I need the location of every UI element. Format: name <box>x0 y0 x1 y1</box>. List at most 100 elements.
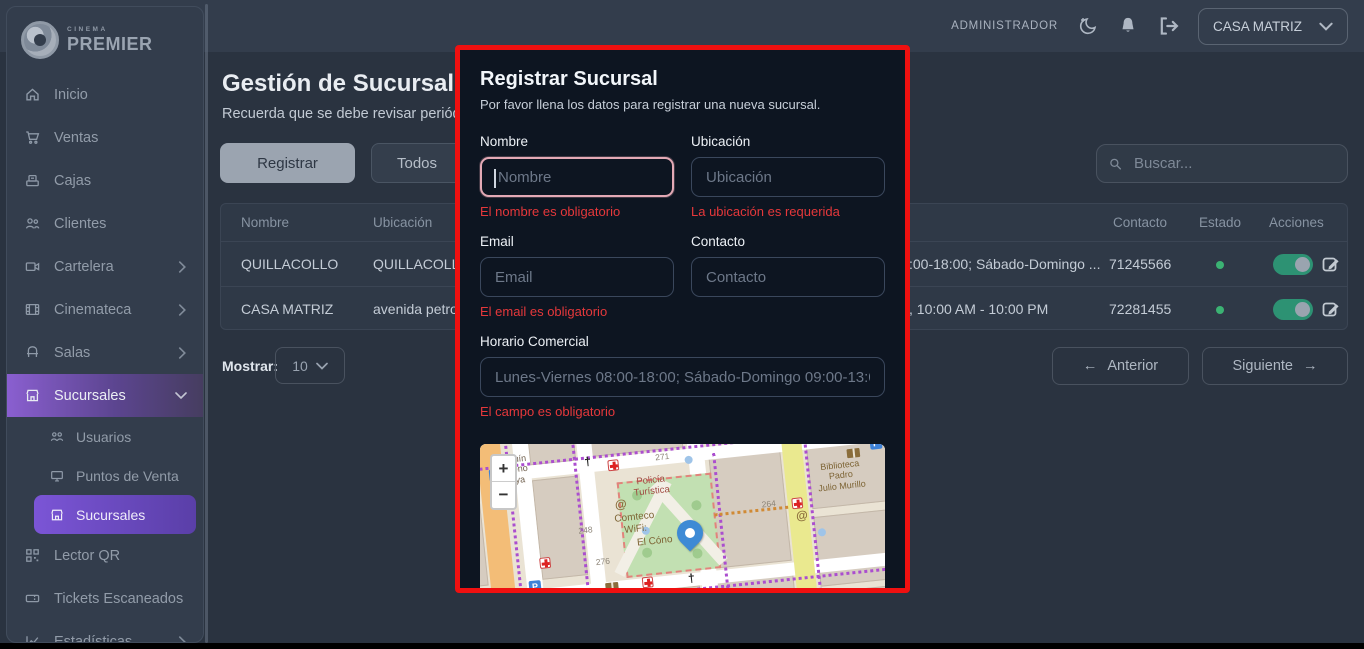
field-label: Nombre <box>480 134 674 149</box>
sidebar-item-label: Cinemateca <box>54 302 164 318</box>
submenu-item-sucursales[interactable]: Sucursales <box>34 495 196 534</box>
brand-logo: CINEMA PREMIER <box>7 7 203 65</box>
search-box <box>1096 144 1348 183</box>
map-wifi-label: Comteco WiFi: <box>614 510 656 537</box>
sucursales-submenu: Usuarios Puntos de Venta Sucursales <box>7 417 203 534</box>
map-church-cross-icon: † <box>584 454 592 469</box>
sidebar-item-clientes[interactable]: Clientes <box>7 202 203 245</box>
chevron-down-icon <box>1319 22 1333 31</box>
sidebar-item-label: Salas <box>54 345 164 361</box>
seat-icon <box>25 345 40 360</box>
sidebar-item-estadisticas[interactable]: Estadísticas <box>7 620 203 643</box>
sidebar-item-inicio[interactable]: Inicio <box>7 73 203 116</box>
field-contacto: Contacto <box>691 234 885 334</box>
map-library-icon <box>846 448 860 458</box>
notifications-bell-icon[interactable] <box>1118 16 1138 36</box>
sidebar-item-lector-qr[interactable]: Lector QR <box>7 534 203 577</box>
field-email: Email El email es obligatorio <box>480 234 674 334</box>
search-input[interactable] <box>1132 154 1335 173</box>
page-size-dropdown[interactable]: 10 <box>275 347 345 384</box>
page-size-label: Mostrar: <box>222 358 278 374</box>
brand-premier-text: PREMIER <box>67 34 153 55</box>
map-library-label: Biblioteca Padro Julio Murillo <box>816 458 866 494</box>
sidebar-nav: Inicio Ventas Cajas Clientes Cartelera C… <box>7 73 203 643</box>
edit-icon[interactable] <box>1321 299 1341 319</box>
sidebar-item-cinemateca[interactable]: Cinemateca <box>7 288 203 331</box>
col-header-contacto: Contacto <box>1113 215 1167 230</box>
field-label: Horario Comercial <box>480 334 885 349</box>
sidebar-item-ventas[interactable]: Ventas <box>7 116 203 159</box>
cell-nombre: QUILLACOLLO <box>241 256 338 272</box>
register-branch-modal: Registrar Sucursal Por favor llena los d… <box>455 45 910 593</box>
filter-todos-button[interactable]: Todos <box>371 143 463 183</box>
map-housenumber: 264 <box>761 499 776 510</box>
store-icon <box>25 388 40 403</box>
field-error: La ubicación es requerida <box>691 204 885 221</box>
page-title: Gestión de Sucursales <box>222 70 481 98</box>
map-parking-icon: P <box>528 580 541 593</box>
sidebar-item-label: Ventas <box>54 130 187 146</box>
field-horario: Horario Comercial El campo es obligatori… <box>480 334 885 434</box>
email-input[interactable] <box>493 268 661 287</box>
status-toggle[interactable] <box>1273 299 1313 320</box>
map-housenumber: 271 <box>655 452 670 463</box>
edit-icon[interactable] <box>1321 254 1341 274</box>
users-icon <box>25 216 40 231</box>
status-toggle[interactable] <box>1273 254 1313 275</box>
branch-selector-dropdown[interactable]: CASA MATRIZ <box>1198 8 1348 45</box>
map-church-cross-icon: † <box>687 571 695 586</box>
sidebar-item-label: Cartelera <box>54 259 164 275</box>
field-label: Email <box>480 234 674 249</box>
sidebar-scrollbar[interactable] <box>205 4 208 643</box>
sidebar-item-cajas[interactable]: Cajas <box>7 159 203 202</box>
sidebar-item-cartelera[interactable]: Cartelera <box>7 245 203 288</box>
bottom-edge-bar <box>0 643 1364 649</box>
cash-register-icon <box>25 173 40 188</box>
sidebar-item-sucursales[interactable]: Sucursales <box>7 374 203 417</box>
page-size-value: 10 <box>292 358 308 374</box>
map-canvas: P P P † † † @ @ Joaquín Zenteno Anaya Po… <box>480 444 885 593</box>
user-role-label: ADMINISTRADOR <box>951 20 1058 32</box>
arrow-left-icon: ← <box>1083 358 1098 374</box>
status-dot <box>1216 306 1224 314</box>
nombre-input[interactable] <box>494 168 660 187</box>
next-page-button[interactable]: Siguiente → <box>1202 347 1348 385</box>
map-zoom-out-button[interactable]: − <box>492 482 515 508</box>
sidebar-item-label: Lector QR <box>54 548 187 564</box>
field-label: Ubicación <box>691 134 885 149</box>
col-header-ubicacion: Ubicación <box>373 215 432 230</box>
submenu-item-usuarios[interactable]: Usuarios <box>34 417 196 456</box>
location-map[interactable]: P P P † † † @ @ Joaquín Zenteno Anaya Po… <box>480 444 885 593</box>
contacto-input[interactable] <box>704 268 872 287</box>
map-zoom-in-button[interactable]: + <box>492 456 515 482</box>
logout-icon[interactable] <box>1157 15 1179 37</box>
previous-page-button[interactable]: ← Anterior <box>1052 347 1189 385</box>
video-icon <box>25 259 40 274</box>
map-building <box>480 592 525 593</box>
cell-nombre: CASA MATRIZ <box>241 301 333 317</box>
modal-title: Registrar Sucursal <box>480 68 885 91</box>
sidebar-item-tickets-escaneados[interactable]: Tickets Escaneados <box>7 577 203 620</box>
map-tree <box>642 547 653 558</box>
map-library-icon <box>605 582 619 592</box>
pos-monitor-icon <box>50 469 64 483</box>
map-tree <box>692 548 703 559</box>
field-error: El campo es obligatorio <box>480 404 885 421</box>
modal-subtitle: Por favor llena los datos para registrar… <box>480 97 885 112</box>
chevron-down-icon <box>316 362 328 370</box>
ubicacion-input[interactable] <box>704 168 872 187</box>
field-error: El nombre es obligatorio <box>480 204 674 221</box>
sidebar-item-salas[interactable]: Salas <box>7 331 203 374</box>
sidebar-item-label: Cajas <box>54 173 187 189</box>
register-button[interactable]: Registrar <box>220 143 355 183</box>
qr-icon <box>25 548 40 563</box>
dark-mode-moon-icon[interactable] <box>1077 15 1099 37</box>
submenu-item-label: Usuarios <box>76 429 131 445</box>
chevron-right-icon <box>178 261 187 273</box>
map-pharmacy-icon <box>642 576 654 588</box>
film-icon <box>25 302 40 317</box>
home-icon <box>25 87 40 102</box>
submenu-item-puntos-de-venta[interactable]: Puntos de Venta <box>34 456 196 495</box>
field-error: El email es obligatorio <box>480 304 674 321</box>
horario-input[interactable] <box>493 368 872 387</box>
